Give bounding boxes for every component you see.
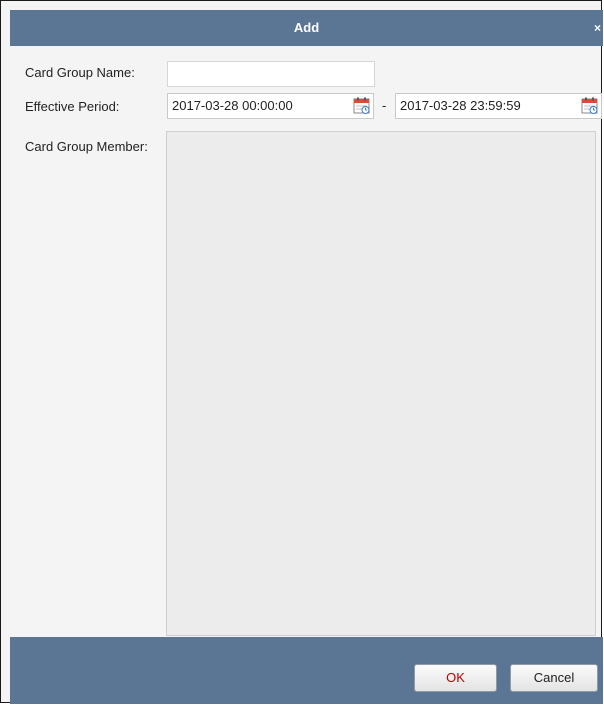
card-group-member-label: Card Group Member: <box>25 139 148 154</box>
card-group-member-list[interactable] <box>166 131 596 636</box>
card-group-name-label: Card Group Name: <box>25 65 135 80</box>
card-group-name-input[interactable] <box>167 61 375 87</box>
end-datetime-field[interactable]: 2017-03-28 23:59:59 <box>395 93 602 119</box>
dialog-title: Add <box>293 20 320 35</box>
end-datetime-value: 2017-03-28 23:59:59 <box>400 98 521 113</box>
cancel-button[interactable]: Cancel <box>510 664 598 692</box>
ok-button[interactable]: OK <box>414 664 497 692</box>
period-separator: - <box>382 98 387 113</box>
close-icon[interactable]: × <box>594 10 601 46</box>
calendar-icon[interactable] <box>353 97 371 115</box>
start-datetime-field[interactable]: 2017-03-28 00:00:00 <box>167 93 374 119</box>
effective-period-label: Effective Period: <box>25 99 120 114</box>
calendar-icon[interactable] <box>581 97 599 115</box>
add-card-group-dialog: Add × Card Group Name: Effective Period:… <box>0 0 603 704</box>
start-datetime-value: 2017-03-28 00:00:00 <box>172 98 293 113</box>
title-bar: Add × <box>10 10 603 46</box>
